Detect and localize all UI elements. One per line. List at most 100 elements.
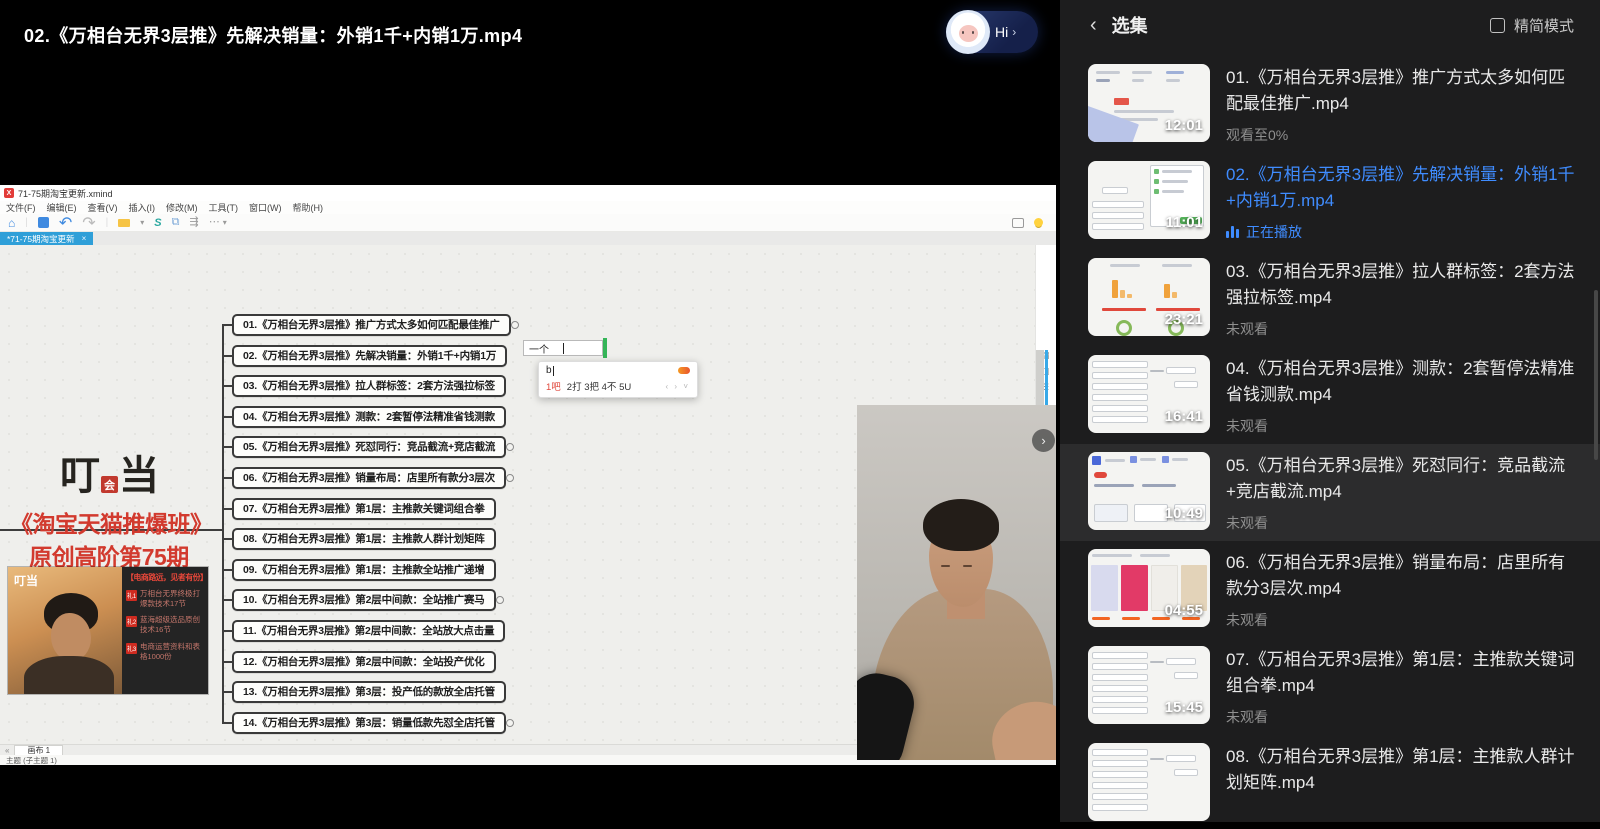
back-chevron-icon[interactable]: ‹ (1090, 15, 1097, 35)
mindmap-node[interactable]: 12.《万相台无界3层推》第2层中间款：全站投产优化 (232, 651, 496, 673)
sheet-collapse-icon[interactable]: « (5, 746, 9, 755)
ime-candidate-selected[interactable]: 1吧 (546, 379, 561, 393)
menu-item[interactable]: 插入(I) (129, 201, 156, 214)
ime-paging-icons[interactable]: ‹ › ˅ (666, 382, 690, 391)
mindmap-node[interactable]: 06.《万相台无界3层推》销量布局：店里所有款分3层次 (232, 467, 506, 489)
duration-badge: 10:49 (1165, 505, 1203, 522)
playlist-item[interactable]: 10:4905.《万相台无界3层推》死怼同行：竞品截流+竞店截流.mp4未观看 (1060, 444, 1600, 541)
video-thumbnail[interactable]: 04:55 (1088, 549, 1210, 627)
compact-mode-label: 精简模式 (1514, 15, 1574, 36)
playlist-item-title: 03.《万相台无界3层推》拉人群标签：2套方法强拉标签.mp4 (1226, 259, 1576, 310)
playlist-item[interactable]: 11:0102.《万相台无界3层推》先解决销量：外销1千+内销1万.mp4正在播… (1060, 153, 1600, 250)
status-label: 未观看 (1226, 610, 1268, 630)
dropdown-caret-icon[interactable]: ▾ (140, 219, 144, 227)
toolbar-divider: | (106, 217, 109, 228)
video-thumbnail[interactable] (1088, 743, 1210, 821)
assistant-pill[interactable]: Hi › (946, 11, 1038, 53)
playlist-item[interactable]: 15:4507.《万相台无界3层推》第1层：主推款关键词组合拳.mp4未观看 (1060, 638, 1600, 735)
ime-composition-row: b (546, 365, 690, 376)
assistant-avatar (946, 10, 990, 54)
menu-item[interactable]: 修改(M) (166, 201, 198, 214)
undo-icon[interactable]: ↶ (59, 213, 72, 233)
mindmap-node[interactable]: 10.《万相台无界3层推》第2层中间款：全站推广赛马 (232, 589, 496, 611)
avatar-eye-icon (972, 31, 974, 34)
playlist-toggle-button[interactable]: › (1032, 429, 1055, 452)
edit-resize-handle[interactable] (603, 338, 607, 358)
playlist-item-text: 08.《万相台无界3层推》第1层：主推款人群计划矩阵.mp4 (1226, 743, 1576, 821)
save-icon[interactable] (38, 217, 49, 228)
mindmap-node[interactable]: 05.《万相台无界3层推》死怼同行：竞品截流+竞店截流 (232, 436, 506, 458)
duration-badge: 16:41 (1165, 408, 1203, 425)
duration-badge: 04:55 (1165, 602, 1203, 619)
promo-item: 礼2蓝海超级选品原创技术16节 (126, 615, 204, 635)
duration-badge: 12:01 (1165, 117, 1203, 134)
document-tab[interactable]: *71-75期淘宝更新 × (0, 232, 93, 245)
playlist-item[interactable]: 12:0101.《万相台无界3层推》推广方式太多如何匹配最佳推广.mp4观看至0… (1060, 56, 1600, 153)
mindmap-node[interactable]: 01.《万相台无界3层推》推广方式太多如何匹配最佳推广 (232, 314, 511, 336)
redo-icon[interactable]: ↷ (82, 213, 95, 233)
style-icon[interactable]: S (154, 217, 161, 229)
duration-badge: 23:21 (1165, 311, 1203, 328)
promo-item: 礼3电商运营资料和表格1000份 (126, 642, 204, 662)
summary-icon[interactable]: ⇶ (190, 217, 199, 228)
node-edit-box[interactable]: 一个 (523, 340, 603, 356)
playlist-item[interactable]: 23:21 03.《万相台无界3层推》拉人群标签：2套方法强拉标签.mp4 未观看 (1060, 250, 1600, 347)
menu-item[interactable]: 帮助(H) (293, 201, 324, 214)
playlist-header: ‹ 选集 精简模式 (1060, 0, 1600, 50)
playlist-item-status: 未观看 (1226, 707, 1576, 727)
video-thumbnail[interactable]: 16:41 (1088, 355, 1210, 433)
playlist-item-status: 未观看 (1226, 416, 1576, 436)
playlist-item-status: 观看至0% (1226, 125, 1576, 145)
playlist-item-title: 04.《万相台无界3层推》测款：2套暂停法精准省钱测款.mp4 (1226, 356, 1576, 407)
mindmap-node[interactable]: 04.《万相台无界3层推》测款：2套暂停法精准省钱测款 (232, 406, 506, 428)
playlist-item-text: 04.《万相台无界3层推》测款：2套暂停法精准省钱测款.mp4 未观看 (1226, 355, 1576, 436)
logo-char-right: 当 (119, 443, 159, 501)
mindmap-node[interactable]: 03.《万相台无界3层推》拉人群标签：2套方法强拉标签 (232, 375, 506, 397)
mindmap-node[interactable]: 14.《万相台无界3层推》第3层：销量低款先怼全店托管 (232, 712, 506, 734)
playlist-item-title: 05.《万相台无界3层推》死怼同行：竞品截流+竞店截流.mp4 (1226, 453, 1576, 504)
mindmap-node[interactable]: 08.《万相台无界3层推》第1层：主推款人群计划矩阵 (232, 528, 496, 550)
promo-item-text: 蓝海超级选品原创技术16节 (140, 615, 204, 635)
text-caret (563, 343, 564, 354)
playlist-item[interactable]: 16:41 04.《万相台无界3层推》测款：2套暂停法精准省钱测款.mp4 未观看 (1060, 347, 1600, 444)
mindmap-node[interactable]: 13.《万相台无界3层推》第3层：投产低的款放全店托管 (232, 681, 506, 703)
node-edit-text: 一个 (529, 341, 549, 356)
playlist-item[interactable]: 08.《万相台无界3层推》第1层：主推款人群计划矩阵.mp4 (1060, 735, 1600, 829)
lightbulb-icon[interactable] (1034, 218, 1043, 227)
relationship-icon[interactable]: ⧉ (172, 217, 180, 228)
menu-item[interactable]: 文件(F) (6, 201, 36, 214)
status-label: 未观看 (1226, 416, 1268, 436)
playlist-sidebar: ‹ 选集 精简模式 12:0101.《万相台无界3层推》推广方式太多如何匹配最佳… (1060, 0, 1600, 822)
presentation-icon[interactable] (1012, 218, 1024, 228)
playlist-item-status: 未观看 (1226, 319, 1576, 339)
mindmap-node[interactable]: 09.《万相台无界3层推》第1层：主推款全站推广递增 (232, 559, 496, 581)
sheet-tab[interactable]: 画布 1 (14, 745, 63, 755)
video-thumbnail[interactable]: 10:49 (1088, 452, 1210, 530)
watermark-line1: 《淘宝天猫推爆班》 (10, 505, 208, 539)
video-thumbnail[interactable]: 23:21 (1088, 258, 1210, 336)
webcam-overlay (857, 405, 1056, 760)
tab-close-icon[interactable]: × (82, 234, 87, 243)
highlighter-icon[interactable] (118, 219, 130, 227)
home-icon[interactable]: ⌂ (8, 216, 15, 230)
mindmap-node[interactable]: 02.《万相台无界3层推》先解决销量：外销1千+内销1万 (232, 345, 507, 367)
ime-candidates[interactable]: 2打 3把 4不 5U (567, 379, 631, 393)
menu-item[interactable]: 窗口(W) (249, 201, 282, 214)
chevron-right-icon: › (1012, 25, 1016, 39)
mindmap-node-list: 01.《万相台无界3层推》推广方式太多如何匹配最佳推广 02.《万相台无界3层推》… (232, 314, 511, 734)
compact-mode-toggle[interactable]: 精简模式 (1490, 15, 1574, 36)
playlist-item-title: 02.《万相台无界3层推》先解决销量：外销1千+内销1万.mp4 (1226, 162, 1576, 213)
promo-item-text: 万相台无界终极打爆款技术17节 (140, 589, 204, 609)
video-thumbnail[interactable]: 11:01 (1088, 161, 1210, 239)
menu-item[interactable]: 工具(T) (209, 201, 239, 214)
playlist-item[interactable]: 04:5506.《万相台无界3层推》销量布局：店里所有款分3层次.mp4未观看 (1060, 541, 1600, 638)
video-thumbnail[interactable]: 15:45 (1088, 646, 1210, 724)
mindmap-node[interactable]: 11.《万相台无界3层推》第2层中间款：全站放大点击量 (232, 620, 505, 642)
video-thumbnail[interactable]: 12:01 (1088, 64, 1210, 142)
xmind-window-title: 71-75期淘宝更新.xmind (18, 187, 113, 200)
status-label: 未观看 (1226, 707, 1268, 727)
mindmap-node[interactable]: 07.《万相台无界3层推》第1层：主推款关键词组合拳 (232, 498, 496, 520)
more-icon[interactable]: ⋯ ▾ (209, 217, 227, 228)
compact-mode-checkbox[interactable] (1490, 18, 1505, 33)
sidebar-scrollbar[interactable] (1594, 290, 1598, 460)
